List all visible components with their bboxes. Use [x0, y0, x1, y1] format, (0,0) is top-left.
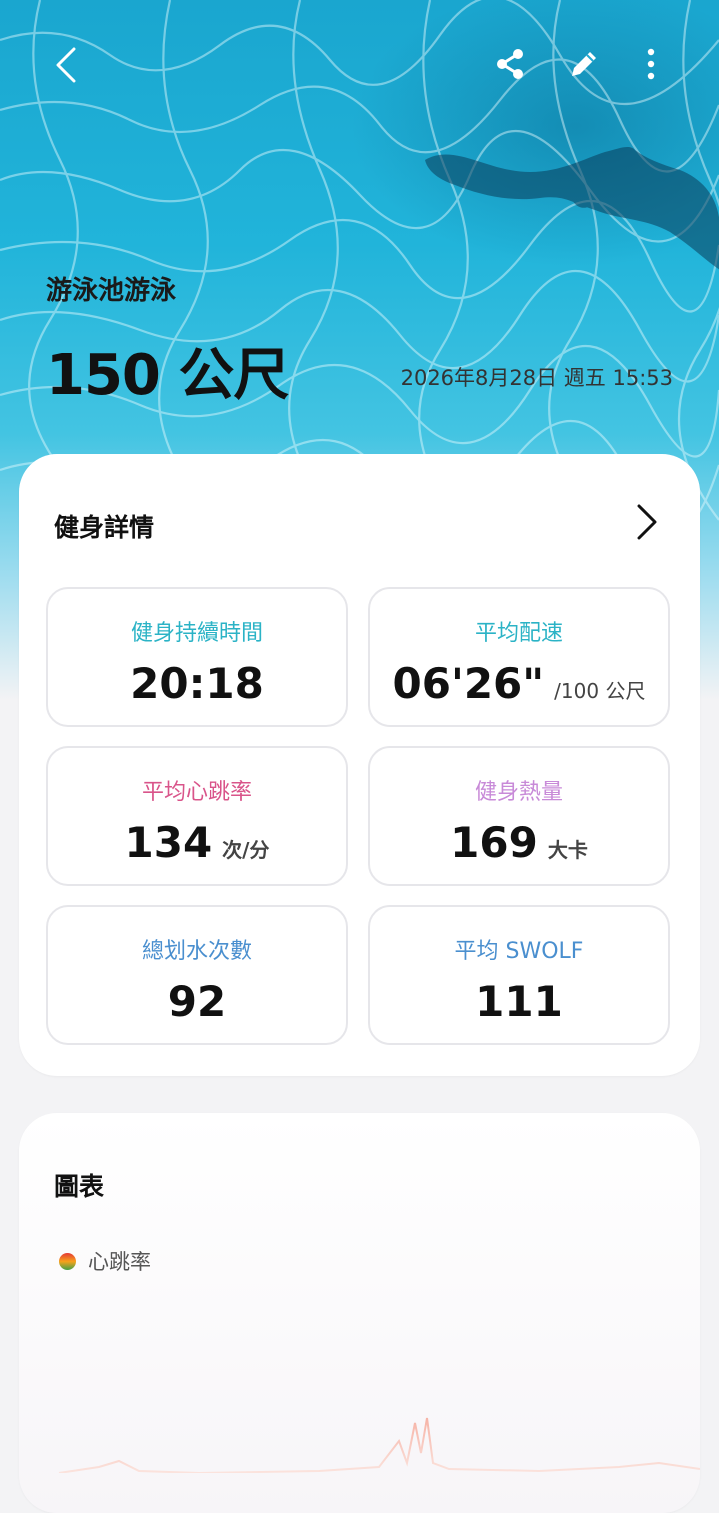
- chart-legend: 心跳率: [59, 1246, 151, 1276]
- tile-unit: 大卡: [547, 838, 588, 862]
- more-vertical-icon[interactable]: [640, 46, 662, 82]
- details-title: 健身詳情: [54, 513, 155, 542]
- chevron-right-icon[interactable]: [636, 504, 658, 544]
- heart-rate-sparkline: [58, 1417, 700, 1473]
- tile-label: 總划水次數: [141, 939, 252, 964]
- tile-label: 平均配速: [474, 621, 563, 646]
- tile-total-strokes[interactable]: 總划水次數 92: [46, 905, 348, 1045]
- pencil-icon[interactable]: [566, 46, 602, 82]
- tile-calories[interactable]: 健身熱量 169 大卡: [368, 746, 670, 886]
- chart-card: 圖表 心跳率: [19, 1113, 700, 1513]
- tile-value: 20:18: [130, 659, 264, 708]
- heart-rate-legend-dot: [59, 1252, 76, 1270]
- tile-label: 平均 SWOLF: [454, 939, 584, 964]
- chart-title: 圖表: [54, 1172, 105, 1201]
- tile-value: 111: [475, 977, 563, 1026]
- tile-label: 平均心跳率: [141, 780, 252, 805]
- tile-value: 169: [450, 818, 538, 867]
- tile-value: 134: [124, 818, 213, 867]
- workout-type: 游泳池游泳: [46, 276, 177, 306]
- legend-label: 心跳率: [88, 1250, 151, 1274]
- tile-duration[interactable]: 健身持續時間 20:18: [46, 587, 348, 727]
- back-arrow-icon[interactable]: [50, 46, 82, 84]
- swimmer-shadow: [425, 146, 719, 270]
- tile-avg-heart-rate[interactable]: 平均心跳率 134 次/分: [46, 746, 348, 886]
- workout-distance: 150 公尺: [46, 343, 289, 408]
- tile-avg-swolf[interactable]: 平均 SWOLF 111: [368, 905, 670, 1045]
- tile-unit: 次/分: [222, 838, 270, 862]
- tile-label: 健身持續時間: [130, 621, 263, 646]
- workout-details-card: 健身詳情 健身持續時間 20:18 平均配速 06'26" /100 公尺 平均心…: [19, 454, 700, 1076]
- tile-avg-pace[interactable]: 平均配速 06'26" /100 公尺: [368, 587, 670, 727]
- tile-unit: /100 公尺: [554, 679, 646, 703]
- tile-label: 健身熱量: [474, 780, 563, 805]
- tile-value: 06'26": [392, 659, 545, 708]
- workout-datetime: 2026年8月28日 週五 15:53: [400, 366, 673, 390]
- tile-value: 92: [167, 977, 227, 1026]
- share-icon[interactable]: [493, 46, 527, 82]
